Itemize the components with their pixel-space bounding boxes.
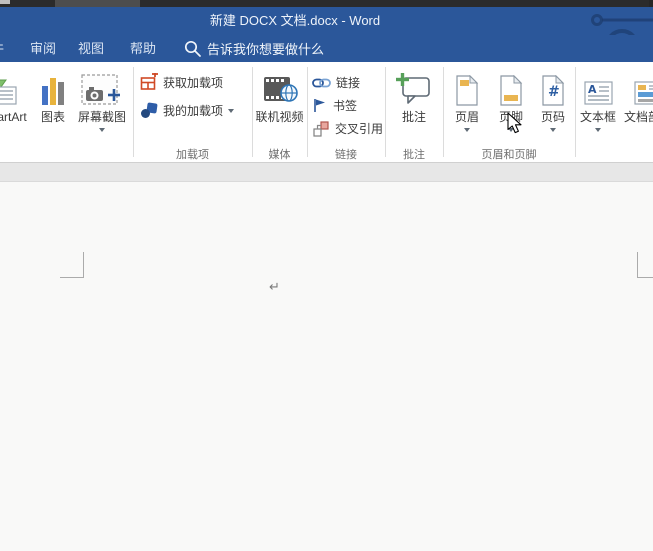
tab-review[interactable]: 审阅 [30,35,56,62]
group-label-header-footer: 页眉和页脚 [443,146,575,162]
chevron-down-icon [550,128,556,132]
textbox-icon: A [584,66,613,106]
chevron-down-icon [99,128,105,132]
search-icon [184,40,201,57]
document-page[interactable]: ↵ [0,182,653,551]
bookmark-label: 书签 [333,97,357,114]
tab-view[interactable]: 视图 [78,35,104,62]
page-number-button[interactable]: # 页码 [534,66,572,132]
group-label-links: 链接 [307,146,385,162]
group-label-addins: 加载项 [133,146,252,162]
chart-button[interactable]: 图表 [33,66,73,124]
header-icon [455,66,479,106]
link-button[interactable]: 链接 [312,74,360,91]
quick-parts-label: 文档部件 [624,110,653,124]
svg-text:A: A [588,83,597,96]
online-video-button[interactable]: 联机视频 [252,66,307,124]
chevron-down-icon [464,128,470,132]
cross-reference-label: 交叉引用 [335,120,383,137]
svg-text:#: # [548,84,560,100]
group-separator [133,67,134,157]
footer-icon [499,66,523,106]
get-addins-label: 获取加载项 [163,74,223,91]
chevron-down-icon [508,128,514,132]
online-video-icon [262,66,298,106]
quick-parts-icon [634,66,653,106]
document-background-band [0,163,653,182]
screen-top-edge-highlight [55,0,140,7]
cross-reference-icon [312,121,330,137]
paragraph-mark: ↵ [269,279,280,295]
group-label-media: 媒体 [252,146,307,162]
cross-reference-button[interactable]: 交叉引用 [312,120,383,137]
group-separator [385,67,386,157]
get-addins-button[interactable]: 获取加载项 [140,73,223,91]
link-label: 链接 [336,74,360,91]
chevron-down-icon [228,109,234,113]
tell-me-search-label: 告诉我你想要做什么 [207,39,324,58]
chevron-down-icon [595,128,601,132]
screenshot-label: 屏幕截图 [78,110,126,124]
footer-label: 页脚 [499,110,523,124]
header-button[interactable]: 页眉 [448,66,486,132]
my-addins-button[interactable]: 我的加载项 [140,101,234,119]
margin-mark-right [637,252,653,278]
tell-me-search[interactable]: 告诉我你想要做什么 [184,35,324,62]
comment-label: 批注 [402,110,426,124]
online-video-label: 联机视频 [255,110,303,124]
my-addins-icon [140,101,158,119]
header-label: 页眉 [455,110,479,124]
chart-label: 图表 [41,110,65,124]
comment-button[interactable]: 批注 [390,66,438,124]
tab-mailings-partial[interactable]: 件 [0,35,4,62]
smartart-button[interactable]: SmartArt [0,66,34,124]
group-label-comments: 批注 [385,146,443,162]
footer-button[interactable]: 页脚 [492,66,530,132]
word-window: 新建 DOCX 文档.docx - Word 件 审阅 视图 帮助 告诉我你想要… [0,0,653,551]
bookmark-button[interactable]: 书签 [312,97,357,114]
group-separator [443,67,444,157]
my-addins-label: 我的加载项 [163,102,223,119]
bookmark-icon [312,98,328,113]
screenshot-button[interactable]: 屏幕截图 [72,66,132,132]
comment-icon [395,66,433,106]
link-icon [312,76,331,90]
chart-icon [40,66,66,106]
text-box-label: 文本框 [580,110,616,124]
quick-parts-button[interactable]: 文档部件 [620,66,653,124]
smartart-icon [0,66,18,106]
page-number-label: 页码 [541,110,565,124]
text-box-button[interactable]: A 文本框 [578,66,618,132]
screenshot-icon [81,66,123,106]
page-number-icon: # [541,66,565,106]
screen-top-left-notch [0,0,10,4]
margin-mark-left [60,252,84,278]
window-title: 新建 DOCX 文档.docx - Word [0,7,590,35]
smartart-label: SmartArt [0,110,27,124]
store-icon [140,73,158,91]
group-separator [575,67,576,157]
group-separator [307,67,308,157]
tab-help[interactable]: 帮助 [130,35,156,62]
